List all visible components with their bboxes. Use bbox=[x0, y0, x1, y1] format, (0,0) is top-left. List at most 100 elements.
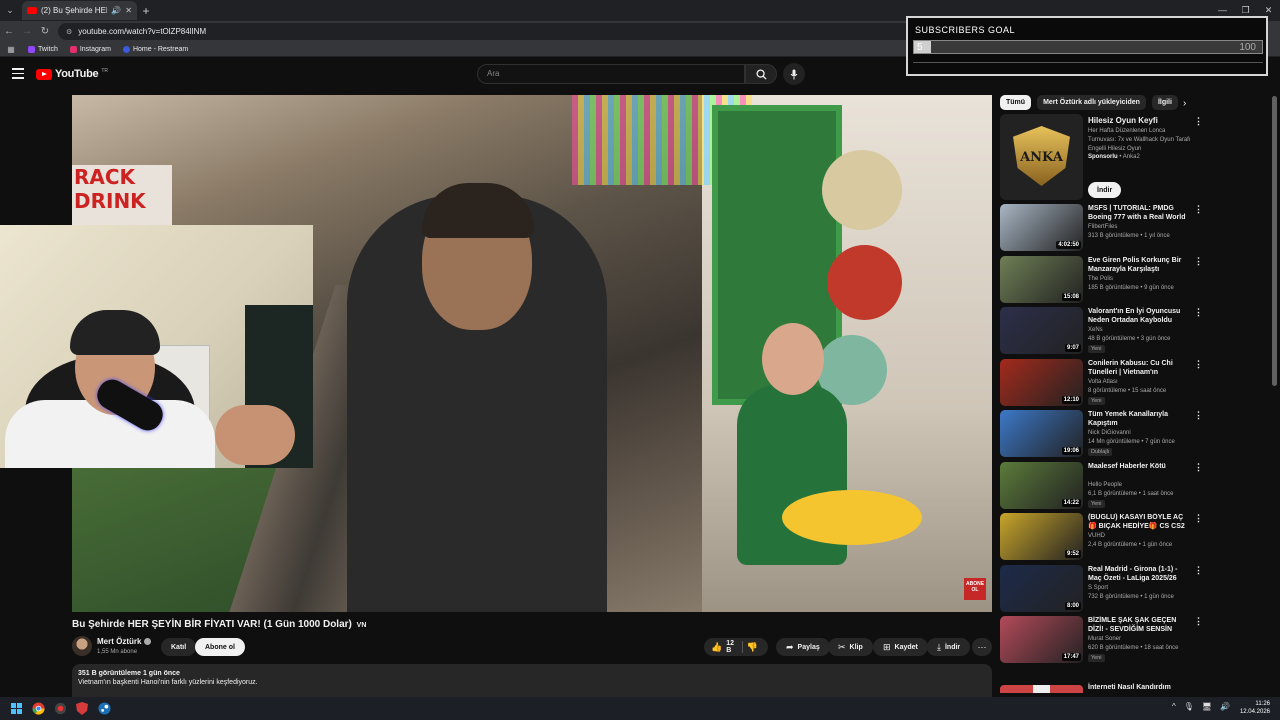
ad-title[interactable]: Hilesiz Oyun Keyfi bbox=[1088, 116, 1158, 125]
clip-button[interactable]: ✂ Klip bbox=[828, 638, 873, 656]
bookmark-restream[interactable]: Home - Restream bbox=[122, 45, 188, 53]
like-count[interactable]: 12 B bbox=[726, 640, 734, 654]
recommendation-item[interactable]: 12:10 Conilerin Kabusu: Cu Chi Tünelleri … bbox=[1000, 359, 1203, 407]
video-thumbnail[interactable]: 15:08 bbox=[1000, 256, 1083, 303]
tray-chevron-icon[interactable]: ^ bbox=[1172, 702, 1176, 711]
tab-close-icon[interactable]: ✕ bbox=[125, 6, 132, 15]
video-channel[interactable]: The Polis bbox=[1088, 276, 1113, 282]
video-channel[interactable]: VUHD bbox=[1088, 533, 1105, 539]
video-title[interactable]: Conilerin Kabusu: Cu Chi Tünelleri | Vie… bbox=[1088, 359, 1192, 377]
save-button[interactable]: ⊞ Kaydet bbox=[873, 638, 928, 656]
video-thumbnail[interactable] bbox=[1000, 685, 1083, 693]
tray-volume-icon[interactable]: 🔊 bbox=[1220, 702, 1230, 711]
video-title[interactable]: Real Madrid - Girona (1-1) - Maç Özeti -… bbox=[1088, 565, 1192, 583]
video-thumbnail[interactable]: 9:52 bbox=[1000, 513, 1083, 560]
video-thumbnail[interactable]: 9:07 bbox=[1000, 307, 1083, 354]
back-icon[interactable]: ← bbox=[0, 26, 18, 37]
video-title[interactable]: Maalesef Haberler Kötü bbox=[1088, 462, 1192, 471]
video-title[interactable]: Tüm Yemek Kanallarıyla Kapıştım bbox=[1088, 410, 1192, 428]
more-actions-button[interactable]: ⋯ bbox=[972, 638, 992, 656]
recommendation-item[interactable]: 4:02:50 MSFS | TUTORIAL: PMDG Boeing 777 … bbox=[1000, 204, 1203, 252]
steam-icon[interactable] bbox=[93, 698, 115, 720]
video-thumbnail[interactable]: 4:02:50 bbox=[1000, 204, 1083, 251]
youtube-logo[interactable]: YouTube TR bbox=[36, 68, 108, 80]
video-channel[interactable]: XeNs bbox=[1088, 327, 1103, 333]
video-thumbnail[interactable]: 17:47 bbox=[1000, 616, 1083, 663]
video-title[interactable]: MSFS | TUTORIAL: PMDG Boeing 777 with a … bbox=[1088, 204, 1192, 222]
video-title[interactable]: BİZİMLE ŞAK ŞAK GEÇEN DİZİ! - SEVDİĞİM S… bbox=[1088, 616, 1192, 634]
sponsored-card[interactable]: ANKA Hilesiz Oyun Keyfi Her Hafta Düzenl… bbox=[1000, 114, 1203, 200]
video-channel[interactable]: Hello People bbox=[1088, 482, 1122, 488]
browser-tab-active[interactable]: (2) Bu Şehirde HER ŞEYİN B... 🔊 ✕ bbox=[22, 1, 137, 20]
tab-search-button[interactable]: ⌄ bbox=[0, 1, 20, 21]
video-more-icon[interactable]: ⋮ bbox=[1194, 307, 1203, 318]
video-title[interactable]: Valorant'ın En İyi Oyuncusu Neden Ortada… bbox=[1088, 307, 1192, 325]
tray-mic-icon[interactable]: 🎙 bbox=[1184, 702, 1194, 711]
chevron-right-icon[interactable]: › bbox=[1183, 98, 1186, 109]
video-thumbnail[interactable]: 19:06 bbox=[1000, 410, 1083, 457]
recommendation-item[interactable]: 8:00 Real Madrid - Girona (1-1) - Maç Öze… bbox=[1000, 565, 1203, 613]
channel-avatar[interactable] bbox=[72, 636, 92, 656]
chip-uploader[interactable]: Mert Öztürk adlı yükleyiciden bbox=[1037, 94, 1146, 110]
chip-related[interactable]: İlgili bbox=[1151, 94, 1178, 110]
video-title[interactable]: (BUGLU) KASAYI BÖYLE AÇ 🎁 BIÇAK HEDİYE🎁 … bbox=[1088, 513, 1192, 531]
forward-icon[interactable]: → bbox=[18, 26, 36, 37]
video-title[interactable]: Eve Giren Polis Korkunç Bir Manzarayla K… bbox=[1088, 256, 1192, 274]
video-more-icon[interactable]: ⋮ bbox=[1194, 565, 1203, 576]
recommendation-item[interactable]: 15:08 Eve Giren Polis Korkunç Bir Manzara… bbox=[1000, 256, 1203, 304]
windows-start-icon[interactable] bbox=[5, 698, 27, 720]
video-channel[interactable]: Volta Atlası bbox=[1088, 379, 1118, 385]
menu-icon[interactable] bbox=[12, 68, 24, 82]
video-thumbnail[interactable]: 12:10 bbox=[1000, 359, 1083, 406]
recommendation-item[interactable]: 17:47 BİZİMLE ŞAK ŞAK GEÇEN DİZİ! - SEVDİ… bbox=[1000, 616, 1203, 664]
chip-all[interactable]: Tümü bbox=[1000, 94, 1032, 110]
recommendation-item[interactable]: 14:22 Maalesef Haberler Kötü Hello People 6… bbox=[1000, 462, 1203, 510]
search-button[interactable] bbox=[745, 64, 777, 84]
taskbar-clock[interactable]: 11:26 12.04.2026 bbox=[1240, 700, 1270, 716]
ad-download-button[interactable]: İndir bbox=[1088, 182, 1122, 198]
bookmark-twitch[interactable]: Twitch bbox=[28, 45, 58, 53]
ad-more-icon[interactable]: ⋮ bbox=[1194, 116, 1203, 127]
channel-name[interactable]: Mert Öztürk bbox=[97, 637, 152, 646]
video-more-icon[interactable]: ⋮ bbox=[1194, 359, 1203, 370]
app-icon-1[interactable] bbox=[49, 698, 71, 720]
video-more-icon[interactable]: ⋮ bbox=[1194, 410, 1203, 421]
voice-search-button[interactable] bbox=[783, 63, 805, 85]
bookmark-instagram[interactable]: Instagram bbox=[69, 45, 111, 53]
download-button[interactable]: ⤓ İndir bbox=[927, 638, 971, 656]
speaker-icon[interactable]: 🔊 bbox=[111, 6, 121, 15]
subscribe-button[interactable]: Abone ol bbox=[195, 638, 245, 656]
ad-thumbnail[interactable]: ANKA bbox=[1000, 114, 1083, 200]
video-more-icon[interactable]: ⋮ bbox=[1194, 462, 1203, 473]
recommendation-item[interactable]: 9:07 Valorant'ın En İyi Oyuncusu Neden Or… bbox=[1000, 307, 1203, 355]
recommendation-partial[interactable]: İnterneti Nasıl Kandırdım bbox=[1000, 684, 1200, 693]
page-scrollbar[interactable] bbox=[1272, 96, 1277, 386]
subscribe-watermark[interactable]: ABONE OL bbox=[964, 578, 986, 600]
reload-icon[interactable]: ↻ bbox=[36, 26, 54, 37]
recommendation-item[interactable]: 19:06 Tüm Yemek Kanallarıyla Kapıştım Nick… bbox=[1000, 410, 1203, 458]
url-field[interactable]: ⚙ youtube.com/watch?v=tOlZP84lINM bbox=[58, 23, 938, 40]
tray-network-icon[interactable]: 🖥 bbox=[1202, 702, 1212, 711]
app-icon-2[interactable] bbox=[71, 698, 93, 720]
site-info-icon[interactable]: ⚙ bbox=[66, 28, 72, 36]
chrome-icon[interactable] bbox=[27, 698, 49, 720]
video-channel[interactable]: S Sport bbox=[1088, 585, 1108, 591]
apps-grid-icon[interactable]: ▦ bbox=[6, 45, 16, 54]
dislike-icon[interactable]: 👎 bbox=[747, 642, 758, 653]
search-input[interactable]: Ara bbox=[477, 64, 745, 84]
video-more-icon[interactable]: ⋮ bbox=[1194, 204, 1203, 215]
video-channel[interactable]: Murat Soner bbox=[1088, 636, 1121, 642]
video-thumbnail[interactable]: 8:00 bbox=[1000, 565, 1083, 612]
like-icon[interactable]: 👍 bbox=[711, 642, 722, 653]
channel-name-text[interactable]: Mert Öztürk bbox=[97, 637, 141, 646]
share-button[interactable]: ➦ Paylaş bbox=[776, 638, 830, 656]
join-button[interactable]: Katıl bbox=[161, 638, 197, 656]
video-title[interactable]: İnterneti Nasıl Kandırdım bbox=[1088, 684, 1171, 691]
video-more-icon[interactable]: ⋮ bbox=[1194, 256, 1203, 267]
video-channel[interactable]: FlibertFiles bbox=[1088, 224, 1117, 230]
video-thumbnail[interactable]: 14:22 bbox=[1000, 462, 1083, 509]
recommendation-item[interactable]: 9:52 (BUGLU) KASAYI BÖYLE AÇ 🎁 BIÇAK HEDİ… bbox=[1000, 513, 1203, 561]
video-more-icon[interactable]: ⋮ bbox=[1194, 616, 1203, 627]
video-more-icon[interactable]: ⋮ bbox=[1194, 513, 1203, 524]
new-tab-button[interactable]: + bbox=[137, 4, 155, 18]
